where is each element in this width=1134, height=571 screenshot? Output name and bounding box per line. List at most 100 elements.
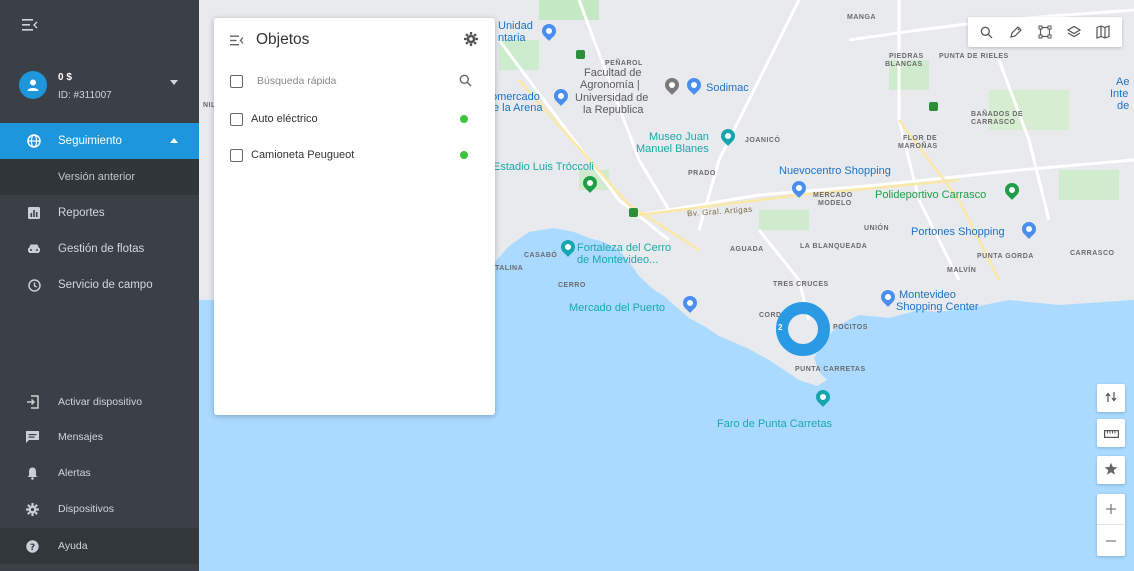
map-icon[interactable] bbox=[1092, 21, 1114, 43]
poi-polideportivo[interactable]: Polideportivo Carrasco bbox=[875, 189, 986, 201]
search-icon[interactable] bbox=[459, 74, 472, 92]
poi-fortaleza-1[interactable]: Fortaleza del Cerro bbox=[577, 242, 671, 254]
search-icon[interactable] bbox=[976, 21, 998, 43]
road-shield-icon bbox=[929, 102, 938, 111]
ruler-button[interactable] bbox=[1097, 419, 1125, 447]
map-label-penarol: PEÑAROL bbox=[605, 60, 643, 67]
object-row[interactable]: Camioneta Peugueot bbox=[230, 145, 480, 165]
object-name: Camioneta Peugueot bbox=[251, 149, 355, 161]
poi-facultad-2[interactable]: Agronomía | bbox=[580, 79, 640, 91]
tag-icon[interactable] bbox=[1005, 21, 1027, 43]
poi-mercado-puerto[interactable]: Mercado del Puerto bbox=[569, 302, 665, 314]
poi-portones[interactable]: Portones Shopping bbox=[911, 226, 1005, 238]
chevron-down-icon[interactable] bbox=[170, 80, 178, 85]
poi-montevideo-sc-2[interactable]: Shopping Center bbox=[896, 301, 979, 313]
poi-faro[interactable]: Faro de Punta Carretas bbox=[717, 418, 832, 430]
chevron-up-icon bbox=[170, 138, 178, 143]
object-checkbox[interactable] bbox=[230, 112, 243, 126]
nav-item-label: Dispositivos bbox=[58, 503, 115, 515]
map-label-punta-rieles: PUNTA DE RIELES bbox=[939, 53, 1009, 60]
poi-estadio[interactable]: Estadio Luis Tróccoli bbox=[493, 161, 594, 173]
map-label-manga: MANGA bbox=[847, 14, 876, 21]
map-label-cerro: CERRO bbox=[558, 282, 586, 289]
poi-mercado-arena-2[interactable]: e la Arena bbox=[493, 102, 543, 114]
poi-facultad-4[interactable]: la Republica bbox=[583, 104, 644, 116]
map-label-flor-2: MAROÑAS bbox=[898, 143, 938, 150]
poi-unidad-2[interactable]: ntaria bbox=[498, 32, 526, 44]
message-icon bbox=[22, 431, 42, 443]
nav-item-dispositivos[interactable]: Dispositivos bbox=[0, 491, 199, 527]
objects-panel-title: Objetos bbox=[256, 31, 310, 48]
nav-item-ayuda[interactable]: ? Ayuda bbox=[0, 528, 199, 564]
object-row[interactable]: Auto eléctrico bbox=[230, 109, 480, 129]
zoom-control bbox=[1097, 494, 1125, 556]
quick-search-input[interactable]: Búsqueda rápida bbox=[257, 75, 336, 87]
favorites-button[interactable] bbox=[1097, 456, 1125, 484]
gear-icon[interactable] bbox=[464, 32, 478, 51]
poi-unidad-1[interactable]: Unidad bbox=[498, 20, 533, 32]
globe-icon bbox=[24, 134, 44, 148]
map-label-banados-1: BAÑADOS DE bbox=[971, 111, 1024, 118]
nav-item-version-anterior[interactable]: Versión anterior bbox=[0, 159, 199, 195]
zoom-in-button[interactable] bbox=[1097, 494, 1125, 525]
map-label-blanqueada: LA BLANQUEADA bbox=[800, 243, 868, 250]
cluster-count: 2 bbox=[778, 323, 783, 332]
poi-nuevocentro[interactable]: Nuevocentro Shopping bbox=[779, 165, 891, 177]
route-icon bbox=[1104, 390, 1118, 407]
map-label-tres-cruces: TRES CRUCES bbox=[773, 281, 829, 288]
map-label-blancas: BLANCAS bbox=[885, 61, 923, 68]
poi-museo-2[interactable]: Manuel Blanes bbox=[636, 143, 709, 155]
map-label-joanico: JOANICÓ bbox=[745, 137, 781, 144]
poi-montevideo-sc-1[interactable]: Montevideo bbox=[899, 289, 956, 301]
map-label-flor-1: FLOR DE bbox=[903, 135, 938, 142]
poi-fortaleza-2[interactable]: de Montevideo... bbox=[577, 254, 658, 266]
select-all-checkbox[interactable] bbox=[230, 74, 243, 88]
online-status-icon bbox=[460, 115, 468, 123]
objects-panel: Objetos Búsqueda rápida Auto eléctrico C… bbox=[214, 18, 495, 415]
nav-item-servicio-campo[interactable]: Servicio de campo bbox=[0, 267, 199, 303]
map-label-banados-2: CARRASCO bbox=[971, 119, 1016, 126]
car-icon bbox=[24, 243, 44, 255]
map-label-punta-gorda: PUNTA GORDA bbox=[977, 253, 1034, 260]
route-button[interactable] bbox=[1097, 384, 1125, 412]
nav-item-label: Gestión de flotas bbox=[58, 243, 145, 255]
user-balance: 0 $ bbox=[58, 72, 72, 83]
map-label-prado: PRADO bbox=[688, 170, 716, 177]
nav-item-gestion-flotas[interactable]: Gestión de flotas bbox=[0, 231, 199, 267]
map-toolbar bbox=[968, 17, 1122, 47]
map-label-union: UNIÓN bbox=[864, 225, 890, 232]
poi-facultad-3[interactable]: Universidad de bbox=[575, 92, 648, 104]
poi-aeropuerto-3[interactable]: de bbox=[1117, 100, 1129, 112]
nav-item-reportes[interactable]: Reportes bbox=[0, 195, 199, 231]
online-status-icon bbox=[460, 151, 468, 159]
user-avatar-icon bbox=[19, 71, 47, 99]
layers-icon[interactable] bbox=[1063, 21, 1085, 43]
poi-museo-1[interactable]: Museo Juan bbox=[649, 131, 709, 143]
nav-item-label: Servicio de campo bbox=[58, 279, 153, 291]
map-label-casabo: CASABÓ bbox=[524, 252, 558, 259]
collapse-panel-icon[interactable] bbox=[230, 34, 244, 49]
nav-item-mensajes[interactable]: Mensajes bbox=[0, 419, 199, 455]
object-checkbox[interactable] bbox=[230, 148, 243, 162]
sidebar: 0 $ ID: #311007 Seguimiento Versión ante… bbox=[0, 0, 199, 571]
poi-facultad-1[interactable]: Facultad de bbox=[584, 67, 641, 79]
map-label-mercado-modelo-1: MERCADO bbox=[813, 192, 853, 199]
zoom-out-button[interactable] bbox=[1097, 525, 1125, 556]
help-icon: ? bbox=[22, 539, 42, 553]
poi-aeropuerto-1[interactable]: Ae bbox=[1116, 76, 1129, 88]
nav-item-seguimiento[interactable]: Seguimiento bbox=[0, 123, 199, 159]
chart-icon bbox=[24, 207, 44, 219]
nav-item-label: Mensajes bbox=[58, 431, 103, 443]
select-area-icon[interactable] bbox=[1034, 21, 1056, 43]
poi-aeropuerto-2[interactable]: Inte bbox=[1110, 88, 1128, 100]
collapse-sidebar-icon[interactable] bbox=[22, 18, 42, 34]
nav-item-activar-dispositivo[interactable]: Activar dispositivo bbox=[0, 384, 199, 420]
map-label-talina: TALINA bbox=[495, 265, 524, 272]
map-label-aguada: AGUADA bbox=[730, 246, 764, 253]
vehicle-cluster-marker[interactable] bbox=[776, 302, 830, 356]
quick-search-row[interactable]: Búsqueda rápida bbox=[230, 71, 480, 91]
user-account[interactable]: 0 $ ID: #311007 bbox=[0, 62, 199, 114]
nav-item-alertas[interactable]: Alertas bbox=[0, 455, 199, 491]
nav-item-label: Alertas bbox=[58, 467, 91, 479]
poi-sodimac[interactable]: Sodimac bbox=[706, 82, 749, 94]
